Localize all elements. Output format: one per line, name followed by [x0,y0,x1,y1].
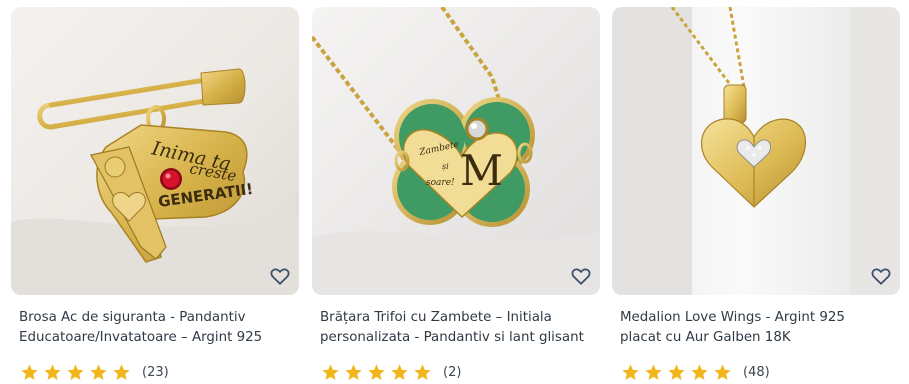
safety-pin-brooch-image: Inima ta creste GENERATII! [11,7,299,295]
product-title-line1: Medalion Love Wings - Argint 925 [620,310,845,325]
product-title-line2: placat cu Aur Galben 18K [620,330,791,345]
wishlist-heart-icon[interactable] [870,265,892,287]
star-icon [622,363,639,380]
star-icon [345,363,362,380]
star-icon [645,363,662,380]
star-icon [714,363,731,380]
wishlist-heart-icon[interactable] [570,265,592,287]
product-rating: (2) [321,362,461,382]
product-card[interactable]: Inima ta creste GENERATII! Brosa Ac de s… [4,0,304,384]
review-count: (23) [142,364,169,380]
rating-stars [20,363,131,382]
review-count: (48) [743,364,770,380]
bracelet-initial: M [460,146,503,195]
product-image[interactable]: Zambete și soare! M [312,7,600,295]
star-icon [368,363,385,380]
star-icon [44,363,61,380]
product-image[interactable]: Inima ta creste GENERATII! [11,7,299,295]
rating-stars [321,363,432,382]
product-card[interactable]: Zambete și soare! M Brățara Trifoi cu Za… [305,0,605,384]
star-icon [90,363,107,380]
wishlist-heart-icon[interactable] [269,265,291,287]
product-rating: (23) [20,362,169,382]
star-icon [414,363,431,380]
product-card[interactable]: Medalion Love Wings - Argint 925 placat … [605,0,905,384]
product-image[interactable] [612,7,900,295]
product-title-line1: Brosa Ac de siguranta - Pandantiv [19,310,246,325]
star-icon [691,363,708,380]
star-icon [67,363,84,380]
product-title-line2: Educatoare/Invatatoare – Argint 925 [19,330,263,345]
star-icon [113,363,130,380]
bracelet-engraving-line3: soare! [426,178,455,188]
product-title[interactable]: Medalion Love Wings - Argint 925 placat … [620,308,905,348]
product-title-line1: Brățara Trifoi cu Zambete – Initiala [320,310,552,325]
star-icon [322,363,339,380]
product-grid: Inima ta creste GENERATII! Brosa Ac de s… [0,0,909,384]
product-rating: (48) [621,362,770,382]
product-title[interactable]: Brățara Trifoi cu Zambete – Initiala per… [320,308,605,348]
star-icon [668,363,685,380]
clover-bracelet-image: Zambete și soare! M [312,7,600,295]
star-icon [21,363,38,380]
rating-stars [621,363,732,382]
heart-medallion-image [612,7,900,295]
bracelet-engraving-line2: și [442,162,449,171]
review-count: (2) [443,364,462,380]
star-icon [391,363,408,380]
product-title[interactable]: Brosa Ac de siguranta - Pandantiv Educat… [19,308,304,348]
product-title-line2: personalizata - Pandantiv si lant glisan… [320,330,584,345]
